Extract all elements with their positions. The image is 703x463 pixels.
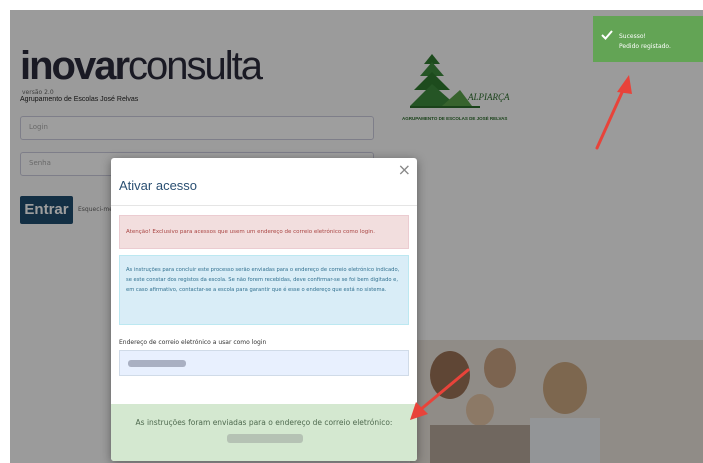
modal-divider: [111, 205, 417, 206]
toast-title: Sucesso!: [619, 33, 646, 40]
success-toast: Sucesso! Pedido registado.: [593, 16, 703, 62]
warning-alert: Atenção! Exclusivo para acessos que usem…: [119, 215, 409, 249]
redacted-email-value: [128, 360, 186, 367]
info-alert: As instruções para concluir este process…: [119, 255, 409, 325]
email-input[interactable]: [119, 350, 409, 376]
activate-access-modal: Ativar acesso × Atenção! Exclusivo para …: [111, 158, 417, 461]
success-message: As instruções foram enviadas para o ende…: [135, 418, 393, 427]
close-icon[interactable]: ×: [398, 162, 411, 178]
redacted-email-address: [227, 434, 303, 443]
email-label: Endereço de correio eletrónico a usar co…: [119, 339, 267, 346]
checkmark-icon: [601, 30, 613, 40]
success-panel: As instruções foram enviadas para o ende…: [111, 404, 417, 461]
modal-title: Ativar acesso: [119, 178, 198, 193]
toast-message: Pedido registado.: [619, 43, 671, 50]
